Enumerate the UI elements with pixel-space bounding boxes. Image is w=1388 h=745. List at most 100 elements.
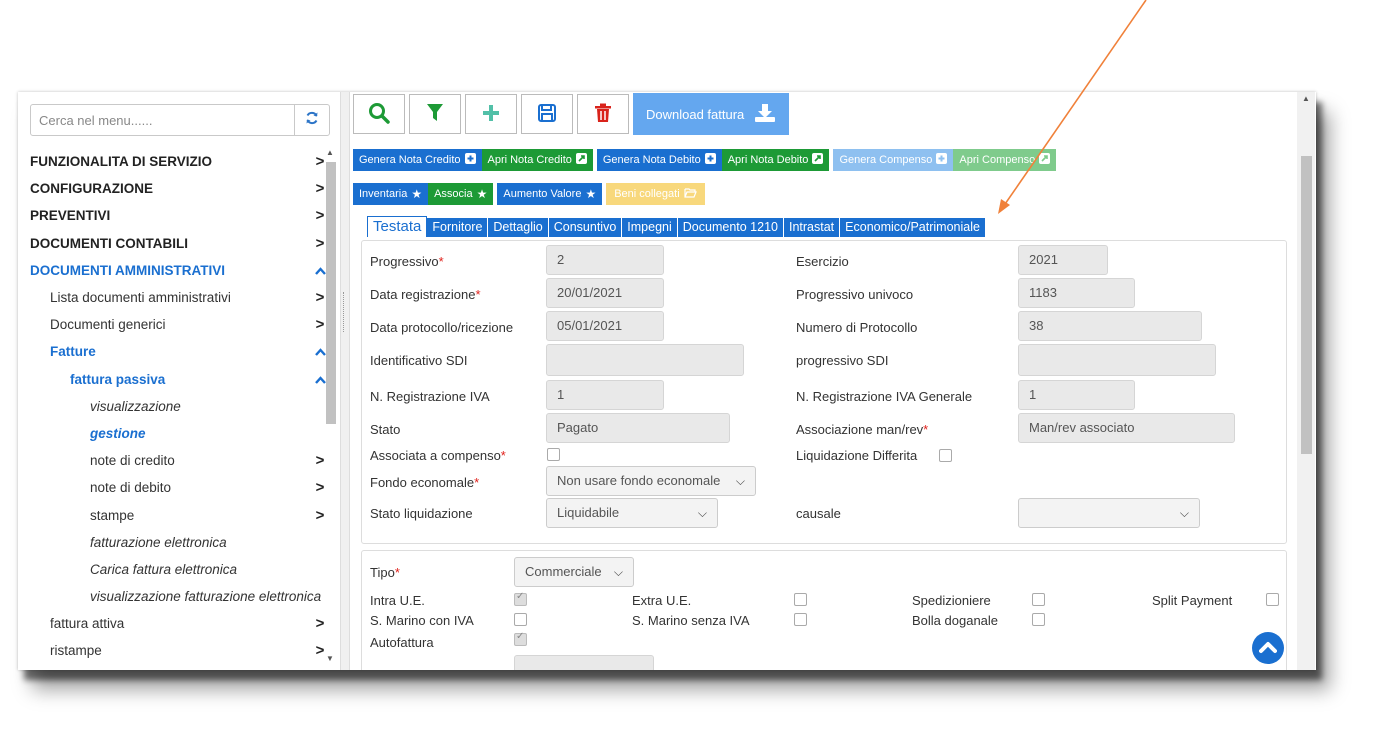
button-label: Associa	[434, 188, 473, 200]
genera-compenso-button[interactable]: Genera Compenso	[833, 149, 954, 171]
menu-item-visualizzazione[interactable]: visualizzazione	[30, 393, 330, 420]
liquidazione-differita-label: Liquidazione Differita	[796, 448, 918, 463]
intra-ue-label: Intra U.E.	[370, 593, 425, 608]
menu-item-label: note di debito	[90, 480, 172, 496]
tab-dettaglio[interactable]: Dettaglio	[488, 218, 549, 237]
filter-icon	[426, 103, 444, 126]
scroll-down-icon[interactable]: ▼	[326, 654, 334, 663]
menu-search-input[interactable]	[31, 105, 294, 135]
s-marino-senza-iva-checkbox[interactable]	[794, 613, 807, 626]
menu-item-ristampe[interactable]: ristampe >	[30, 637, 330, 664]
menu-item-documenti-contabili[interactable]: DOCUMENTI CONTABILI >	[30, 230, 330, 257]
associata-compenso-checkbox[interactable]	[547, 448, 560, 461]
action-row-1: Genera Nota Credito Apri Nota Credito Ge…	[353, 149, 1057, 171]
save-icon	[537, 103, 557, 126]
progressivo-univoco-field[interactable]: 1183	[1018, 278, 1135, 308]
associazione-man-rev-field[interactable]: Man/rev associato	[1018, 413, 1235, 443]
data-registrazione-field[interactable]: 20/01/2021	[546, 278, 664, 308]
extra-ue-checkbox[interactable]	[794, 593, 807, 606]
s-marino-con-iva-checkbox[interactable]	[514, 613, 527, 626]
main-scroll-thumb[interactable]	[1301, 156, 1312, 454]
scroll-up-icon[interactable]: ▲	[326, 148, 334, 157]
bolla-doganale-checkbox[interactable]	[1032, 613, 1045, 626]
autofattura-checkbox[interactable]	[514, 631, 527, 646]
menu-item-lista-documenti-amministrativi[interactable]: Lista documenti amministrativi >	[30, 284, 330, 311]
causale-select[interactable]: ⌵	[1018, 498, 1200, 528]
filter-button[interactable]	[409, 94, 461, 134]
button-label: Apri Nota Credito	[487, 154, 572, 166]
fondo-economale-select[interactable]: Non usare fondo economale ⌵	[546, 466, 756, 496]
sidebar-scrollbar[interactable]: ▲ ▼	[324, 148, 338, 666]
progressivo-field[interactable]: 2	[546, 245, 664, 275]
save-button[interactable]	[521, 94, 573, 134]
scroll-up-icon[interactable]: ▲	[1302, 94, 1310, 103]
menu-item-note-di-credito[interactable]: note di credito >	[30, 447, 330, 474]
stato-field[interactable]: Pagato	[546, 413, 730, 443]
menu-item-configurazione[interactable]: CONFIGURAZIONE >	[30, 175, 330, 202]
numero-protocollo-field[interactable]: 38	[1018, 311, 1202, 341]
menu-item-fatture[interactable]: Fatture	[30, 338, 330, 365]
menu-item-fattura-passiva[interactable]: fattura passiva	[30, 366, 330, 393]
beni-collegati-button[interactable]: Beni collegati	[606, 183, 705, 205]
menu-item-carica-fattura-elettronica[interactable]: Carica fattura elettronica	[30, 556, 330, 583]
n-registrazione-iva-field[interactable]: 1	[546, 380, 664, 410]
spedizioniere-checkbox[interactable]	[1032, 593, 1045, 606]
extra-ue-label: Extra U.E.	[632, 593, 692, 608]
split-payment-checkbox[interactable]	[1266, 593, 1279, 606]
tab-fornitore[interactable]: Fornitore	[427, 218, 489, 237]
search-button[interactable]	[353, 94, 405, 134]
menu-item-label: Fatture	[50, 344, 96, 360]
apri-nota-credito-button[interactable]: Apri Nota Credito	[481, 149, 593, 171]
tab-consuntivo[interactable]: Consuntivo	[548, 218, 623, 237]
delete-button[interactable]	[577, 94, 629, 134]
download-icon	[754, 103, 776, 126]
menu-item-label: note di credito	[90, 453, 175, 469]
main-scrollbar[interactable]: ▲	[1297, 92, 1315, 670]
sidebar-scroll-thumb[interactable]	[326, 162, 336, 424]
intra-ue-checkbox[interactable]	[514, 591, 527, 606]
aumento-valore-button[interactable]: Aumento Valore ★	[497, 183, 603, 205]
back-to-top-button[interactable]	[1252, 632, 1284, 664]
data-registrazione-label: Data registrazione*	[370, 287, 481, 302]
tipo-select[interactable]: Commerciale ⌵	[514, 557, 634, 587]
menu-item-documenti-amministrativi[interactable]: DOCUMENTI AMMINISTRATIVI	[30, 257, 330, 284]
refresh-button[interactable]	[294, 105, 329, 135]
n-registrazione-iva-generale-field[interactable]: 1	[1018, 380, 1135, 410]
esercizio-field[interactable]: 2021	[1018, 245, 1108, 275]
apri-nota-debito-button[interactable]: Apri Nota Debito	[721, 149, 830, 171]
causale-label: causale	[796, 506, 841, 521]
menu-item-note-di-debito[interactable]: note di debito >	[30, 474, 330, 501]
menu-list: FUNZIONALITA DI SERVIZIO > CONFIGURAZIONE…	[30, 148, 330, 665]
inventaria-button[interactable]: Inventaria ★	[353, 183, 429, 205]
button-label: Genera Nota Debito	[602, 154, 701, 166]
folder-open-icon	[684, 187, 697, 201]
menu-item-gestione[interactable]: gestione	[30, 420, 330, 447]
menu-item-funzionalita-di-servizio[interactable]: FUNZIONALITA DI SERVIZIO >	[30, 148, 330, 175]
tab-documento-1210[interactable]: Documento 1210	[677, 218, 784, 237]
data-protocollo-field[interactable]: 05/01/2021	[546, 311, 664, 341]
tab-testata[interactable]: Testata	[367, 216, 428, 237]
genera-nota-debito-button[interactable]: Genera Nota Debito	[596, 149, 722, 171]
tab-economico-patrimoniale[interactable]: Economico/Patrimoniale	[840, 218, 986, 237]
menu-item-fatturazione-elettronica[interactable]: fatturazione elettronica	[30, 529, 330, 556]
apri-compenso-button[interactable]: Apri Compenso	[953, 149, 1057, 171]
liquidazione-differita-checkbox[interactable]	[939, 449, 952, 462]
menu-item-fattura-attiva[interactable]: fattura attiva >	[30, 610, 330, 637]
identificativo-sdi-field[interactable]	[546, 344, 744, 376]
tab-intrastat[interactable]: Intrastat	[783, 218, 841, 237]
progressivo-sdi-field[interactable]	[1018, 344, 1216, 376]
partial-field[interactable]	[514, 655, 654, 670]
download-invoice-button[interactable]: Download fattura	[633, 93, 790, 135]
tab-impegni[interactable]: Impegni	[622, 218, 678, 237]
genera-nota-credito-button[interactable]: Genera Nota Credito	[353, 149, 482, 171]
menu-item-visualizzazione-fatturazione-elettronica[interactable]: visualizzazione fatturazione elettronica	[30, 583, 330, 610]
add-button[interactable]	[465, 94, 517, 134]
menu-item-label: Carica fattura elettronica	[90, 561, 238, 577]
menu-item-documenti-generici[interactable]: Documenti generici >	[30, 311, 330, 338]
toolbar: Download fattura	[353, 93, 790, 135]
menu-item-label: DOCUMENTI CONTABILI	[30, 235, 188, 251]
menu-item-preventivi[interactable]: PREVENTIVI >	[30, 202, 330, 229]
associa-button[interactable]: Associa ★	[428, 183, 494, 205]
menu-item-stampe[interactable]: stampe >	[30, 501, 330, 528]
stato-liquidazione-select[interactable]: Liquidabile ⌵	[546, 498, 718, 528]
